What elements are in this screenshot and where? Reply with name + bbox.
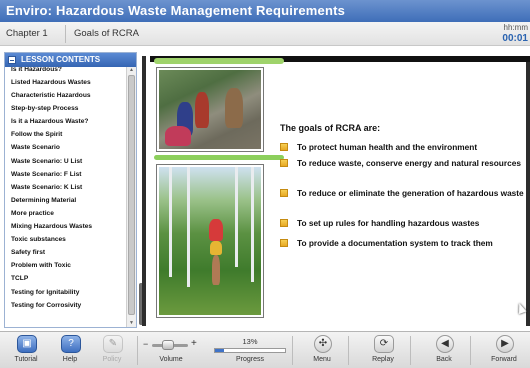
lesson-item[interactable]: Waste Scenario: F List [5, 168, 126, 181]
runner-photo [157, 165, 263, 317]
goal-text: To reduce or eliminate the generation of… [297, 188, 524, 198]
volume-up-icon[interactable]: + [191, 338, 197, 349]
replay-icon: ⟳ [374, 335, 394, 353]
menu-button[interactable]: ✣ Menu [302, 334, 342, 367]
tutorial-button[interactable]: ▣ Tutorial [6, 334, 46, 367]
tutorial-label: Tutorial [14, 356, 38, 363]
toolbar-divider [348, 336, 349, 365]
goal-text: To reduce waste, conserve energy and nat… [297, 158, 521, 168]
forward-button[interactable]: ▶ Forward [484, 334, 524, 367]
toolbar-divider [470, 336, 471, 365]
bullet-icon [280, 143, 288, 151]
back-arrow-icon: ◀ [436, 335, 454, 353]
chapter-label: Chapter 1 [6, 28, 48, 39]
lesson-item[interactable]: Is it a Hazardous Waste? [5, 115, 126, 128]
menu-icon: ✣ [314, 335, 332, 353]
lesson-contents-title: LESSON CONTENTS [21, 55, 101, 64]
volume-label: Volume [159, 356, 183, 363]
progress-indicator: 13% Progress [212, 334, 288, 367]
replay-button[interactable]: ⟳ Replay [363, 334, 403, 367]
runner-shorts [210, 241, 222, 255]
lesson-item[interactable]: Listed Hazardous Wastes [5, 76, 126, 89]
lesson-contents-header[interactable]: LESSON CONTENTS [5, 53, 136, 67]
lesson-item[interactable]: Mixing Hazardous Wastes [5, 220, 126, 233]
lesson-content: The goals of RCRA are: To protect human … [142, 56, 530, 326]
lesson-item[interactable]: Characteristic Hazardous [5, 89, 126, 102]
chapter-title: Goals of RCRA [74, 28, 139, 39]
policy-label: Policy [102, 356, 122, 363]
progress-label: Progress [235, 356, 264, 363]
lesson-item[interactable]: TCLP [5, 272, 126, 285]
policy-button[interactable]: ✎ Policy [92, 334, 132, 367]
collapse-icon[interactable] [8, 56, 16, 64]
lesson-item[interactable]: Follow the Spirit [5, 128, 126, 141]
lesson-item[interactable]: Testing for Corrosivity [5, 299, 126, 312]
goals-heading: The goals of RCRA are: [280, 123, 381, 133]
lesson-item[interactable]: Testing for Ignitability [5, 286, 126, 299]
lesson-item[interactable]: Is it Hazardous? [5, 67, 126, 76]
content-page: The goals of RCRA are: To protect human … [146, 56, 530, 326]
lesson-item[interactable]: Waste Scenario: K List [5, 181, 126, 194]
toolbar-divider [410, 336, 411, 365]
tutorial-icon: ▣ [17, 335, 37, 353]
bullet-icon [280, 189, 288, 197]
hiker-figure [195, 92, 209, 128]
progress-bar-fill [215, 349, 225, 352]
lesson-item[interactable]: Waste Scenario: U List [5, 155, 126, 168]
lesson-item[interactable]: More practice [5, 207, 126, 220]
scroll-thumb[interactable] [128, 75, 135, 315]
bullet-icon [280, 239, 288, 247]
menu-label: Menu [313, 356, 331, 363]
replay-label: Replay [372, 356, 394, 363]
volume-control[interactable]: − + Volume [140, 334, 202, 367]
help-button[interactable]: ? Help [50, 334, 90, 367]
back-label: Back [436, 356, 452, 363]
decorative-swoosh [154, 155, 284, 160]
lesson-item[interactable]: Determining Material [5, 194, 126, 207]
forward-arrow-icon: ▶ [496, 335, 514, 353]
backpack [165, 126, 191, 146]
hiker-figure [225, 88, 243, 128]
timer-format: hh:mm [503, 23, 528, 32]
runner-figure [209, 219, 223, 241]
birch-tree [187, 167, 190, 287]
lesson-item[interactable]: Step-by-step Process [5, 102, 126, 115]
toolbar-divider [292, 336, 293, 365]
lesson-item[interactable]: Problem with Toxic [5, 259, 126, 272]
help-label: Help [62, 356, 78, 363]
decorative-swoosh [154, 58, 284, 64]
lesson-contents-panel: LESSON CONTENTS Is it Hazardous? Listed … [4, 52, 137, 328]
scroll-up-icon[interactable]: ▲ [128, 67, 135, 74]
forward-label: Forward [491, 356, 517, 363]
volume-down-icon[interactable]: − [143, 339, 148, 349]
progress-bar [214, 348, 286, 353]
goal-text: To set up rules for handling hazardous w… [297, 218, 480, 228]
birch-tree [235, 167, 238, 267]
lesson-item[interactable]: Waste Scenario [5, 141, 126, 154]
goal-text: To provide a documentation system to tra… [297, 238, 493, 248]
chapter-divider [65, 25, 66, 43]
birch-tree [169, 167, 172, 277]
policy-icon: ✎ [103, 335, 123, 353]
goal-text: To protect human health and the environm… [297, 142, 478, 152]
window-title: Enviro: Hazardous Waste Management Requi… [0, 0, 530, 22]
toolbar-divider [137, 336, 138, 365]
bullet-icon [280, 159, 288, 167]
lesson-list: Is it Hazardous? Listed Hazardous Wastes… [5, 67, 126, 327]
lesson-item[interactable]: Toxic substances [5, 233, 126, 246]
birch-tree [251, 167, 254, 282]
progress-percent: 13% [242, 337, 258, 346]
bullet-icon [280, 219, 288, 227]
hikers-photo [157, 68, 263, 151]
runner-legs [212, 255, 220, 285]
chapter-bar: Chapter 1 Goals of RCRA hh:mm 00:01 [0, 22, 530, 46]
timer-value: 00:01 [502, 33, 528, 44]
back-button[interactable]: ◀ Back [424, 334, 464, 367]
lesson-scrollbar[interactable]: ▲ ▼ [126, 67, 136, 327]
scroll-down-icon[interactable]: ▼ [128, 320, 135, 327]
help-icon: ? [61, 335, 81, 353]
volume-slider-knob[interactable] [162, 340, 174, 350]
lesson-item[interactable]: Safety first [5, 246, 126, 259]
player-toolbar: ▣ Tutorial ? Help ✎ Policy − + Volume 13… [0, 331, 530, 368]
